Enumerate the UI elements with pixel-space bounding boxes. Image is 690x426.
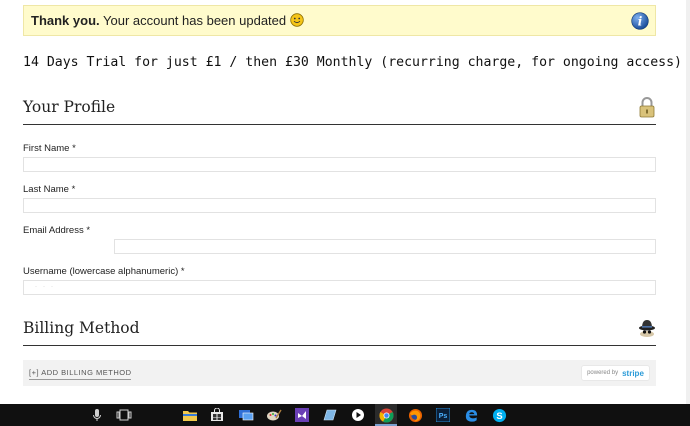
- edge-icon[interactable]: [463, 407, 479, 423]
- billing-section-header: Billing Method: [23, 316, 656, 346]
- microphone-icon[interactable]: [89, 407, 105, 423]
- taskbar: Ps S: [0, 404, 690, 426]
- info-icon[interactable]: i: [631, 12, 649, 30]
- file-explorer-icon[interactable]: [182, 407, 198, 423]
- powered-by-text: powered by: [587, 370, 619, 376]
- username-input[interactable]: ···: [23, 280, 656, 295]
- trial-offer-text: 14 Days Trial for just £1 / then £30 Mon…: [23, 55, 682, 70]
- billing-bar: [+] ADD BILLING METHOD powered by stripe: [23, 360, 656, 386]
- page: Thank you. Your account has been updated…: [0, 0, 690, 404]
- billing-title: Billing Method: [23, 319, 140, 337]
- photoshop-label: Ps: [439, 413, 448, 420]
- success-notice: Thank you. Your account has been updated…: [23, 5, 656, 36]
- notice-message: Thank you. Your account has been updated: [31, 13, 304, 28]
- email-label: Email Address *: [23, 225, 91, 236]
- stripe-badge: powered by stripe: [581, 365, 650, 381]
- remote-desktop-icon[interactable]: [238, 407, 254, 423]
- notice-text: Your account has been updated: [99, 13, 287, 28]
- last-name-input[interactable]: [23, 198, 656, 213]
- last-name-label: Last Name *: [23, 184, 76, 195]
- svg-text:S: S: [496, 410, 502, 420]
- username-label: Username (lowercase alphanumeric) *: [23, 266, 185, 277]
- skype-icon[interactable]: S: [491, 407, 507, 423]
- first-name-label: First Name *: [23, 143, 76, 154]
- scrollbar-track[interactable]: [686, 0, 690, 404]
- stripe-brand: stripe: [622, 368, 644, 378]
- smiley-face-icon: [290, 13, 304, 27]
- profile-title: Your Profile: [23, 98, 116, 116]
- firefox-icon[interactable]: [407, 407, 423, 423]
- spy-hat-icon: [639, 320, 655, 337]
- photoshop-icon[interactable]: Ps: [435, 407, 451, 423]
- input-cursor-dots: ···: [35, 284, 59, 290]
- store-icon[interactable]: [209, 407, 225, 423]
- task-view-icon[interactable]: [116, 407, 132, 423]
- profile-section-header: Your Profile: [23, 95, 656, 125]
- notice-strong: Thank you.: [31, 13, 100, 28]
- chrome-icon[interactable]: [378, 407, 394, 423]
- media-icon[interactable]: [350, 407, 366, 423]
- email-input[interactable]: [114, 239, 656, 254]
- paint-icon[interactable]: [266, 407, 282, 423]
- app-icon[interactable]: [322, 407, 338, 423]
- visual-studio-icon[interactable]: [294, 407, 310, 423]
- first-name-input[interactable]: [23, 157, 656, 172]
- add-billing-method-link[interactable]: [+] ADD BILLING METHOD: [29, 368, 132, 380]
- padlock-icon: [639, 97, 655, 118]
- svg-text:i: i: [638, 15, 643, 29]
